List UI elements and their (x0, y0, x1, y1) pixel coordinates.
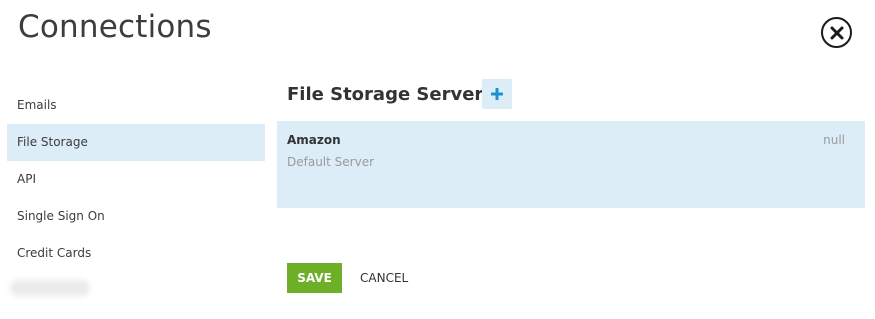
sidebar-item-label: Credit Cards (17, 246, 92, 260)
page-title: Connections (18, 9, 212, 45)
server-name: Amazon (287, 133, 341, 147)
section-title: File Storage Servers (287, 84, 495, 105)
close-button[interactable] (821, 17, 852, 48)
sidebar-item-emails[interactable]: Emails (7, 87, 265, 124)
close-icon (830, 26, 843, 39)
sidebar-item-api[interactable]: API (7, 161, 265, 198)
sidebar-item-label: File Storage (17, 135, 88, 149)
server-subtitle: Default Server (287, 155, 375, 169)
sidebar-item-single-sign-on[interactable]: Single Sign On (7, 198, 265, 235)
save-button[interactable]: SAVE (287, 263, 342, 293)
sidebar-item-obscured (10, 280, 90, 296)
server-status: null (823, 133, 845, 147)
sidebar-item-file-storage[interactable]: File Storage (7, 124, 265, 161)
plus-icon (491, 88, 503, 100)
sidebar-nav: Emails File Storage API Single Sign On C… (7, 87, 265, 296)
sidebar-item-label: API (17, 172, 36, 186)
connections-dialog: Connections Emails File Storage API Sing… (0, 0, 875, 319)
cancel-button[interactable]: CANCEL (357, 263, 411, 293)
sidebar-item-label: Single Sign On (17, 209, 105, 223)
sidebar-item-credit-cards[interactable]: Credit Cards (7, 235, 265, 272)
server-list-item[interactable]: Amazon Default Server null (277, 121, 865, 208)
add-server-button[interactable] (482, 79, 512, 109)
sidebar-item-label: Emails (17, 98, 57, 112)
